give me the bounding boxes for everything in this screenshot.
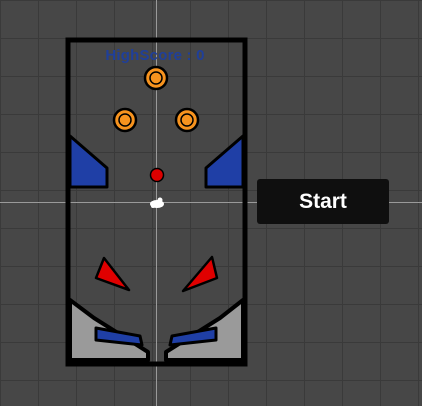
bumper-right	[174, 107, 200, 133]
left-side-guide	[68, 134, 109, 189]
pinball-ball	[149, 167, 165, 183]
bumper-top	[143, 65, 169, 91]
bumper-left	[112, 107, 138, 133]
right-slingshot	[181, 255, 219, 293]
left-slingshot	[94, 256, 131, 292]
start-button[interactable]: Start	[257, 179, 389, 224]
player-marker-icon	[150, 197, 164, 208]
right-side-guide	[204, 134, 245, 189]
highscore-label: HighScore : 0	[105, 47, 205, 64]
